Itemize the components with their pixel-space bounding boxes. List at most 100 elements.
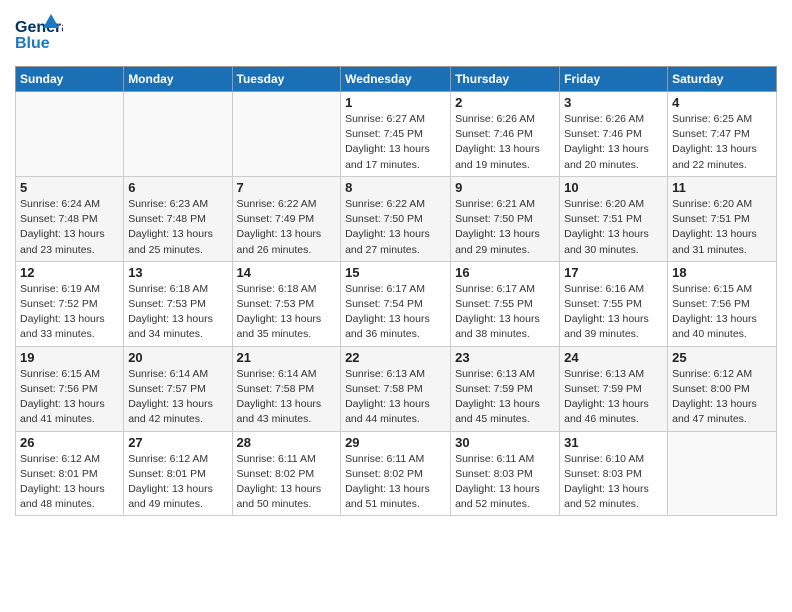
calendar-cell: 2Sunrise: 6:26 AM Sunset: 7:46 PM Daylig…	[451, 92, 560, 177]
day-info: Sunrise: 6:20 AM Sunset: 7:51 PM Dayligh…	[672, 197, 772, 258]
weekday-header-saturday: Saturday	[668, 67, 777, 92]
calendar-cell	[232, 92, 341, 177]
day-info: Sunrise: 6:26 AM Sunset: 7:46 PM Dayligh…	[564, 112, 663, 173]
calendar-cell: 3 Sunrise: 6:26 AM Sunset: 7:46 PM Daylig…	[560, 92, 668, 177]
calendar-cell: 19 Sunrise: 6:15 AM Sunset: 7:56 PM Dayli…	[16, 346, 124, 431]
day-info: Sunrise: 6:15 AM Sunset: 7:56 PM Dayligh…	[20, 367, 119, 428]
calendar-cell: 15 Sunrise: 6:17 AM Sunset: 7:54 PM Dayli…	[341, 261, 451, 346]
day-number: 24	[564, 350, 663, 365]
calendar-cell: 5 Sunrise: 6:24 AM Sunset: 7:48 PM Daylig…	[16, 176, 124, 261]
calendar-cell: 24 Sunrise: 6:13 AM Sunset: 7:59 PM Dayli…	[560, 346, 668, 431]
calendar-cell: 31 Sunrise: 6:10 AM Sunset: 8:03 PM Dayli…	[560, 431, 668, 516]
day-info: Sunrise: 6:20 AM Sunset: 7:51 PM Dayligh…	[564, 197, 663, 258]
logo: General Blue	[15, 10, 63, 58]
day-number: 13	[128, 265, 227, 280]
day-info: Sunrise: 6:25 AM Sunset: 7:47 PM Dayligh…	[672, 112, 772, 173]
day-number: 27	[128, 435, 227, 450]
day-info: Sunrise: 6:23 AM Sunset: 7:48 PM Dayligh…	[128, 197, 227, 258]
calendar-cell: 18Sunrise: 6:15 AM Sunset: 7:56 PM Dayli…	[668, 261, 777, 346]
day-number: 18	[672, 265, 772, 280]
calendar-cell: 22 Sunrise: 6:13 AM Sunset: 7:58 PM Dayli…	[341, 346, 451, 431]
weekday-header-sunday: Sunday	[16, 67, 124, 92]
calendar-cell: 30 Sunrise: 6:11 AM Sunset: 8:03 PM Dayli…	[451, 431, 560, 516]
day-info: Sunrise: 6:24 AM Sunset: 7:48 PM Dayligh…	[20, 197, 119, 258]
day-number: 1	[345, 95, 446, 110]
day-number: 9	[455, 180, 555, 195]
day-info: Sunrise: 6:19 AM Sunset: 7:52 PM Dayligh…	[20, 282, 119, 343]
svg-text:Blue: Blue	[15, 35, 50, 52]
day-info: Sunrise: 6:12 AM Sunset: 8:00 PM Dayligh…	[672, 367, 772, 428]
day-number: 14	[237, 265, 337, 280]
day-number: 17	[564, 265, 663, 280]
day-info: Sunrise: 6:17 AM Sunset: 7:55 PM Dayligh…	[455, 282, 555, 343]
day-number: 29	[345, 435, 446, 450]
logo-icon: General Blue	[15, 10, 63, 58]
day-number: 30	[455, 435, 555, 450]
week-row-3: 12 Sunrise: 6:19 AM Sunset: 7:52 PM Dayli…	[16, 261, 777, 346]
day-info: Sunrise: 6:11 AM Sunset: 8:02 PM Dayligh…	[237, 452, 337, 513]
day-number: 28	[237, 435, 337, 450]
calendar-cell: 13 Sunrise: 6:18 AM Sunset: 7:53 PM Dayli…	[124, 261, 232, 346]
calendar-cell: 23Sunrise: 6:13 AM Sunset: 7:59 PM Dayli…	[451, 346, 560, 431]
weekday-header-row: SundayMondayTuesdayWednesdayThursdayFrid…	[16, 67, 777, 92]
calendar-cell: 27 Sunrise: 6:12 AM Sunset: 8:01 PM Dayli…	[124, 431, 232, 516]
day-info: Sunrise: 6:13 AM Sunset: 7:59 PM Dayligh…	[564, 367, 663, 428]
day-info: Sunrise: 6:18 AM Sunset: 7:53 PM Dayligh…	[128, 282, 227, 343]
calendar-cell	[124, 92, 232, 177]
day-info: Sunrise: 6:22 AM Sunset: 7:49 PM Dayligh…	[237, 197, 337, 258]
week-row-2: 5 Sunrise: 6:24 AM Sunset: 7:48 PM Daylig…	[16, 176, 777, 261]
day-info: Sunrise: 6:12 AM Sunset: 8:01 PM Dayligh…	[128, 452, 227, 513]
weekday-header-wednesday: Wednesday	[341, 67, 451, 92]
day-number: 11	[672, 180, 772, 195]
weekday-header-monday: Monday	[124, 67, 232, 92]
day-info: Sunrise: 6:11 AM Sunset: 8:03 PM Dayligh…	[455, 452, 555, 513]
week-row-5: 26 Sunrise: 6:12 AM Sunset: 8:01 PM Dayli…	[16, 431, 777, 516]
calendar-cell: 16 Sunrise: 6:17 AM Sunset: 7:55 PM Dayli…	[451, 261, 560, 346]
day-number: 12	[20, 265, 119, 280]
calendar-cell: 10 Sunrise: 6:20 AM Sunset: 7:51 PM Dayli…	[560, 176, 668, 261]
day-number: 31	[564, 435, 663, 450]
day-number: 6	[128, 180, 227, 195]
weekday-header-tuesday: Tuesday	[232, 67, 341, 92]
day-number: 3	[564, 95, 663, 110]
day-number: 4	[672, 95, 772, 110]
calendar-cell	[16, 92, 124, 177]
calendar-cell: 26 Sunrise: 6:12 AM Sunset: 8:01 PM Dayli…	[16, 431, 124, 516]
day-number: 20	[128, 350, 227, 365]
day-info: Sunrise: 6:12 AM Sunset: 8:01 PM Dayligh…	[20, 452, 119, 513]
calendar-cell	[668, 431, 777, 516]
day-info: Sunrise: 6:16 AM Sunset: 7:55 PM Dayligh…	[564, 282, 663, 343]
day-info: Sunrise: 6:27 AM Sunset: 7:45 PM Dayligh…	[345, 112, 446, 173]
day-info: Sunrise: 6:13 AM Sunset: 7:58 PM Dayligh…	[345, 367, 446, 428]
day-info: Sunrise: 6:10 AM Sunset: 8:03 PM Dayligh…	[564, 452, 663, 513]
day-number: 5	[20, 180, 119, 195]
calendar-cell: 1 Sunrise: 6:27 AM Sunset: 7:45 PM Daylig…	[341, 92, 451, 177]
calendar-cell: 6 Sunrise: 6:23 AM Sunset: 7:48 PM Daylig…	[124, 176, 232, 261]
weekday-header-friday: Friday	[560, 67, 668, 92]
day-info: Sunrise: 6:14 AM Sunset: 7:57 PM Dayligh…	[128, 367, 227, 428]
day-number: 7	[237, 180, 337, 195]
calendar-cell: 14Sunrise: 6:18 AM Sunset: 7:53 PM Dayli…	[232, 261, 341, 346]
day-number: 25	[672, 350, 772, 365]
day-number: 26	[20, 435, 119, 450]
day-info: Sunrise: 6:21 AM Sunset: 7:50 PM Dayligh…	[455, 197, 555, 258]
day-info: Sunrise: 6:13 AM Sunset: 7:59 PM Dayligh…	[455, 367, 555, 428]
calendar-cell: 20 Sunrise: 6:14 AM Sunset: 7:57 PM Dayli…	[124, 346, 232, 431]
day-number: 22	[345, 350, 446, 365]
calendar-cell: 25 Sunrise: 6:12 AM Sunset: 8:00 PM Dayli…	[668, 346, 777, 431]
calendar-cell: 9 Sunrise: 6:21 AM Sunset: 7:50 PM Daylig…	[451, 176, 560, 261]
day-number: 15	[345, 265, 446, 280]
day-number: 10	[564, 180, 663, 195]
day-number: 8	[345, 180, 446, 195]
header: General Blue	[15, 10, 777, 58]
calendar-cell: 8Sunrise: 6:22 AM Sunset: 7:50 PM Daylig…	[341, 176, 451, 261]
day-info: Sunrise: 6:11 AM Sunset: 8:02 PM Dayligh…	[345, 452, 446, 513]
calendar-cell: 12 Sunrise: 6:19 AM Sunset: 7:52 PM Dayli…	[16, 261, 124, 346]
day-number: 19	[20, 350, 119, 365]
calendar-cell: 17 Sunrise: 6:16 AM Sunset: 7:55 PM Dayli…	[560, 261, 668, 346]
day-number: 16	[455, 265, 555, 280]
calendar-cell: 7 Sunrise: 6:22 AM Sunset: 7:49 PM Daylig…	[232, 176, 341, 261]
day-number: 21	[237, 350, 337, 365]
calendar-cell: 21Sunrise: 6:14 AM Sunset: 7:58 PM Dayli…	[232, 346, 341, 431]
day-info: Sunrise: 6:17 AM Sunset: 7:54 PM Dayligh…	[345, 282, 446, 343]
